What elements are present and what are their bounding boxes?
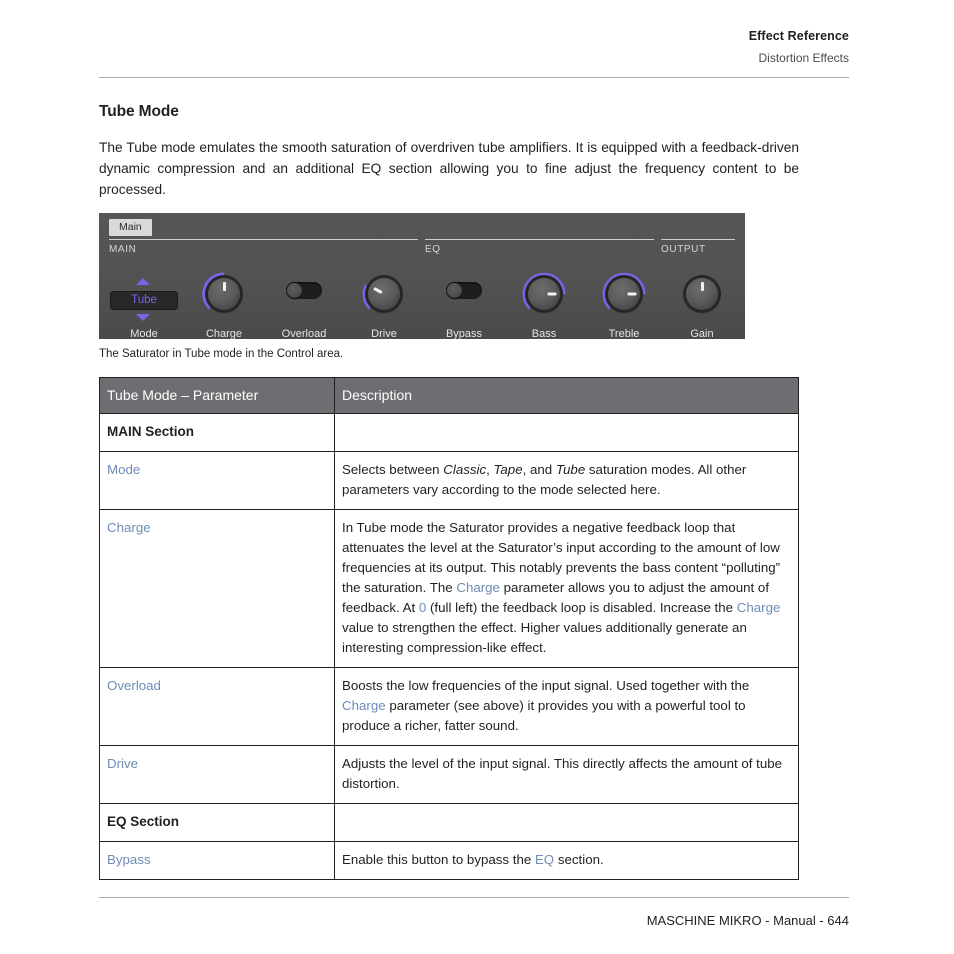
parameter-link[interactable]: Charge (107, 520, 151, 535)
table-parameter-name: Drive (99, 745, 335, 804)
toggle-overload[interactable] (286, 282, 322, 299)
knob-gain[interactable] (680, 272, 724, 316)
knob-indicator-bass (547, 292, 556, 296)
table-parameter-name: Overload (99, 667, 335, 746)
mode-selector[interactable]: Tube (110, 291, 178, 310)
control-label-bypass: Bypass (445, 328, 483, 339)
inline-emphasis: Tape (493, 462, 523, 477)
page-header: Effect Reference Distortion Effects (99, 28, 849, 66)
table-parameter-name: Bypass (99, 841, 335, 880)
toggle-knob-overload (287, 283, 302, 298)
table-description-cell: Adjusts the level of the input signal. T… (334, 745, 799, 804)
inline-emphasis: Classic (443, 462, 487, 477)
mode-down-arrow-icon[interactable] (136, 314, 150, 321)
knob-indicator-charge (222, 282, 226, 291)
tab-main[interactable]: Main (109, 219, 152, 236)
table-row: Charge In Tube mode the Saturator provide… (99, 509, 799, 668)
control-label-treble: Treble (608, 328, 640, 339)
inline-link[interactable]: Charge (342, 698, 386, 713)
main-section-divider (109, 239, 418, 240)
knob-drive[interactable] (362, 272, 406, 316)
table-description-cell: Enable this button to bypass the EQ sect… (334, 841, 799, 880)
toggle-bypass[interactable] (446, 282, 482, 299)
eq-section-label: EQ (425, 244, 441, 255)
output-section-label: OUTPUT (661, 244, 706, 255)
table-head: Tube Mode – Parameter Description (99, 377, 799, 414)
main-section-label: MAIN (109, 244, 137, 255)
table-description-cell (334, 803, 799, 842)
table-description-cell: Boosts the low frequencies of the input … (334, 667, 799, 746)
output-section-divider (661, 239, 735, 240)
table-row: Drive Adjusts the level of the input sign… (99, 745, 799, 804)
table-body: MAIN Section Mode Selects between Classic,… (99, 413, 799, 880)
table-row: Bypass Enable this button to bypass the E… (99, 841, 799, 880)
table-parameter-name: Mode (99, 451, 335, 510)
control-label-overload: Overload (281, 328, 327, 339)
saturator-plugin-screenshot: Main MAIN EQ OUTPUT Tube Mode Charge Ove… (99, 213, 745, 339)
table-header-parameter: Tube Mode – Parameter (99, 377, 335, 414)
body-content: Tube Mode The Tube mode emulates the smo… (99, 103, 799, 200)
control-label-charge: Charge (205, 328, 243, 339)
parameter-link[interactable]: Overload (107, 678, 161, 693)
parameter-link[interactable]: Mode (107, 462, 140, 477)
knob-body-gain (686, 278, 718, 310)
table-description-cell: Selects between Classic, Tape, and Tube … (334, 451, 799, 510)
figure-caption: The Saturator in Tube mode in the Contro… (99, 348, 344, 360)
eq-section-divider (425, 239, 654, 240)
table-section-label: EQ Section (99, 803, 335, 842)
footer-text: MASCHINE MIKRO - Manual - 644 (646, 913, 849, 928)
inline-link[interactable]: Charge (737, 600, 781, 615)
parameter-link[interactable]: Drive (107, 756, 138, 771)
knob-body-treble (608, 278, 640, 310)
table-row: MAIN Section (99, 413, 799, 452)
knob-bass[interactable] (522, 272, 566, 316)
knob-treble[interactable] (602, 272, 646, 316)
toggle-knob-bypass (447, 283, 462, 298)
intro-paragraph: The Tube mode emulates the smooth satura… (99, 140, 799, 197)
table-header-row: Tube Mode – Parameter Description (99, 377, 799, 414)
footer-divider (99, 897, 849, 898)
parameter-link[interactable]: Bypass (107, 852, 151, 867)
table-section-label: MAIN Section (99, 413, 335, 452)
knob-indicator-treble (627, 292, 636, 296)
control-label-gain: Gain (690, 328, 714, 339)
control-label-bass: Bass (531, 328, 557, 339)
table-row: EQ Section (99, 803, 799, 842)
inline-link[interactable]: EQ (535, 852, 554, 867)
header-subtitle: Distortion Effects (758, 51, 849, 65)
table-parameter-name: Charge (99, 509, 335, 668)
knob-indicator-gain (700, 282, 704, 291)
parameter-table: Tube Mode – Parameter Description MAIN S… (99, 377, 799, 880)
table-header-description: Description (334, 377, 799, 414)
control-label-drive: Drive (371, 328, 397, 339)
inline-link[interactable]: Charge (456, 580, 500, 595)
header-title: Effect Reference (748, 29, 849, 43)
knob-indicator-drive (372, 287, 383, 294)
knob-body-charge (208, 278, 240, 310)
knob-body-drive (368, 278, 400, 310)
header-divider (99, 77, 849, 78)
table-description-cell: In Tube mode the Saturator provides a ne… (334, 509, 799, 668)
inline-link[interactable]: 0 (419, 600, 426, 615)
document-page: Effect Reference Distortion Effects Tube… (0, 0, 954, 954)
mode-up-arrow-icon[interactable] (136, 278, 150, 285)
table-row: Overload Boosts the low frequencies of th… (99, 667, 799, 746)
inline-emphasis: Tube (555, 462, 586, 477)
knob-charge[interactable] (202, 272, 246, 316)
table-row: Mode Selects between Classic, Tape, and T… (99, 451, 799, 510)
control-label-mode: Mode (130, 328, 158, 339)
knob-body-bass (528, 278, 560, 310)
page-title: Tube Mode (99, 103, 179, 120)
table-description-cell (334, 413, 799, 452)
